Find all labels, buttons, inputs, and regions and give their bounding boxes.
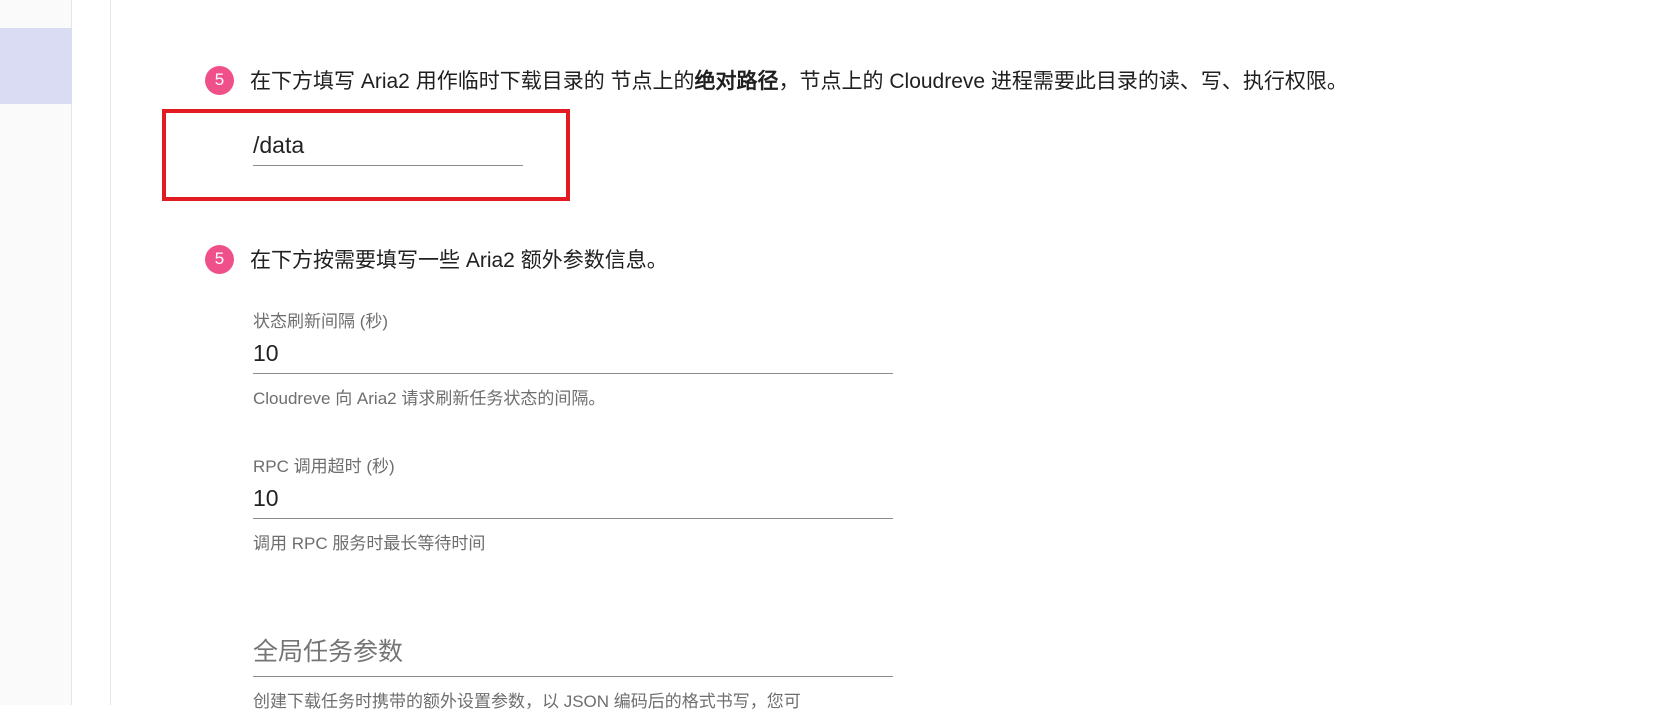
step-description: 在下方填写 Aria2 用作临时下载目录的 节点上的绝对路径，节点上的 Clou… <box>250 65 1348 95</box>
rpc-timeout-input[interactable]: 10 <box>253 485 893 518</box>
global-params-field[interactable]: 全局任务参数 创建下载任务时携带的额外设置参数，以 JSON 编码后的格式书写，… <box>253 632 893 712</box>
rpc-timeout-label: RPC 调用超时 (秒) <box>253 457 395 476</box>
refresh-interval-field[interactable]: 状态刷新间隔 (秒) 10 Cloudreve 向 Aria2 请求刷新任务状态… <box>253 307 893 409</box>
temp-path-input[interactable]: /data <box>253 132 523 165</box>
step-number-badge: 5 <box>205 65 234 95</box>
step-text-after: ，节点上的 Cloudreve 进程需要此目录的读、写、执行权限。 <box>778 70 1348 93</box>
step-text-bold: 绝对路径 <box>694 70 779 93</box>
step-text-before: 在下方填写 Aria2 用作临时下载目录的 节点上的 <box>250 70 695 93</box>
refresh-interval-label: 状态刷新间隔 (秒) <box>253 312 389 331</box>
step-description: 在下方按需要填写一些 Aria2 额外参数信息。 <box>250 249 668 272</box>
step-extra-params: 5 在下方按需要填写一些 Aria2 额外参数信息。 <box>205 244 668 274</box>
rpc-timeout-field[interactable]: RPC 调用超时 (秒) 10 调用 RPC 服务时最长等待时间 <box>253 452 893 554</box>
global-params-input[interactable]: 全局任务参数 <box>253 632 893 676</box>
temp-path-field[interactable]: /data <box>253 132 523 166</box>
sidebar <box>0 0 72 705</box>
refresh-interval-helper: Cloudreve 向 Aria2 请求刷新任务状态的间隔。 <box>253 389 606 408</box>
temp-path-underline <box>253 165 523 166</box>
global-params-helper: 创建下载任务时携带的额外设置参数，以 JSON 编码后的格式书写，您可 <box>253 692 801 711</box>
sidebar-item-selected[interactable] <box>0 28 72 104</box>
step-temp-path: 5 在下方填写 Aria2 用作临时下载目录的 节点上的绝对路径，节点上的 Cl… <box>205 65 1348 95</box>
global-params-underline <box>253 676 893 677</box>
rpc-timeout-underline <box>253 518 893 519</box>
step-number-badge: 5 <box>205 244 234 274</box>
rpc-timeout-helper: 调用 RPC 服务时最长等待时间 <box>253 534 486 553</box>
content-divider <box>110 0 111 705</box>
refresh-interval-input[interactable]: 10 <box>253 340 893 373</box>
refresh-interval-underline <box>253 373 893 374</box>
